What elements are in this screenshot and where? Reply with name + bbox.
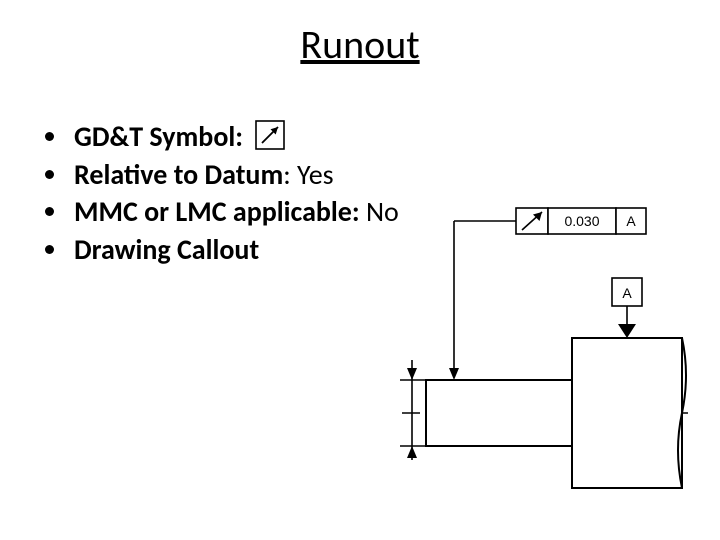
- bullet-list: GD&T Symbol: Relative to Datum: Yes MMC …: [36, 118, 399, 268]
- bullet-3-value: No: [366, 194, 399, 229]
- fcf-leader: [449, 221, 516, 380]
- list-item: MMC or LMC applicable: No: [70, 193, 399, 231]
- bullet-4-label: Drawing Callout: [74, 232, 259, 267]
- bullet-1-label: GD&T Symbol:: [74, 119, 243, 154]
- drawing-callout-figure: 0.030 A A: [396, 200, 696, 500]
- bullet-2-label: Relative to Datum: [74, 157, 283, 192]
- bullet-3-label: MMC or LMC applicable:: [74, 194, 366, 229]
- fcf-tolerance-value: 0.030: [564, 213, 599, 229]
- feature-control-frame: 0.030 A: [516, 208, 646, 234]
- datum-label: A: [622, 285, 632, 301]
- page-title: Runout: [0, 20, 720, 69]
- list-item: GD&T Symbol:: [70, 118, 399, 156]
- dimension-left: [400, 360, 426, 460]
- shaft-large-diameter: [572, 338, 686, 488]
- shaft-small-diameter: [426, 380, 572, 446]
- slide: Runout GD&T Symbol: Relative to Datum: Y…: [0, 0, 720, 540]
- list-item: Relative to Datum: Yes: [70, 156, 399, 194]
- list-item: Drawing Callout: [70, 231, 399, 269]
- bullet-2-value: : Yes: [283, 157, 333, 192]
- runout-symbol-icon: [255, 120, 285, 150]
- datum-feature-symbol: A: [612, 278, 642, 338]
- fcf-datum-letter: A: [626, 213, 636, 229]
